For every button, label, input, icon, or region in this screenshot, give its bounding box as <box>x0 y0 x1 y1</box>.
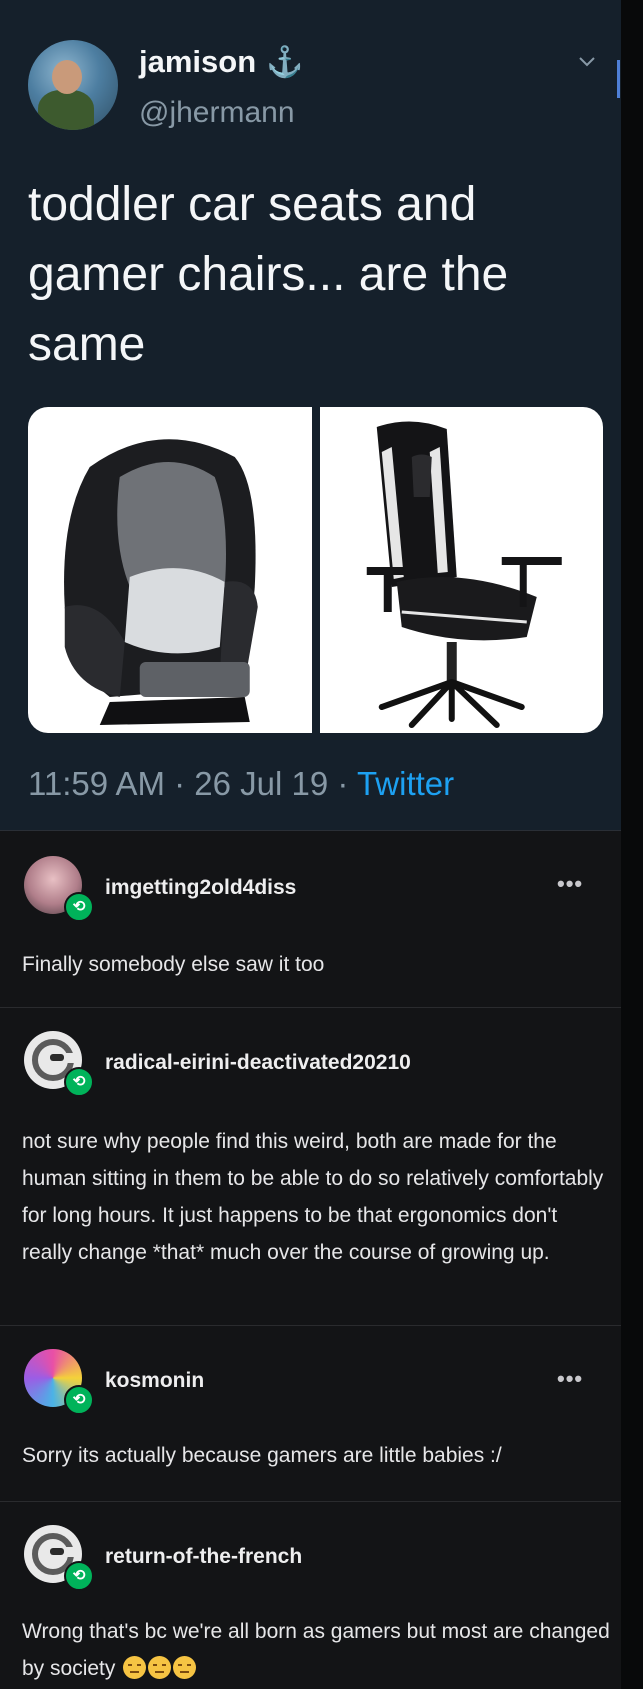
anchor-icon: ⚓ <box>266 45 304 79</box>
reblog-icon: ⟲ <box>64 1561 94 1591</box>
tweet-author-name-row[interactable]: jamison ⚓ <box>139 44 304 80</box>
reblog-item: ⟲ imgetting2old4diss ••• Finally somebod… <box>0 831 621 1008</box>
gamer-chair-image[interactable] <box>319 407 603 733</box>
reblog-icon: ⟲ <box>64 1067 94 1097</box>
pensive-face-icon <box>148 1656 172 1679</box>
more-options-icon[interactable]: ••• <box>557 1366 583 1392</box>
gamer-chair-illustration <box>366 421 562 728</box>
screen-edge <box>621 0 643 1689</box>
reblog-text-content: Wrong that's bc we're all born as gamers… <box>22 1620 610 1680</box>
reblog-text: not sure why people find this weird, bot… <box>22 1130 604 1264</box>
reblog-item: ⟲ kosmonin ••• Sorry its actually becaus… <box>0 1326 621 1502</box>
tweet-timestamp[interactable]: 11:59 AM · 26 Jul 19 · Twitter <box>28 765 454 803</box>
reblog-username[interactable]: kosmonin <box>105 1369 204 1393</box>
car-seat-illustration <box>64 439 258 725</box>
tweet-source-link[interactable]: Twitter <box>357 765 454 802</box>
reblog-icon: ⟲ <box>64 1385 94 1415</box>
reblog-username[interactable]: radical-eirini-deactivated20210 <box>105 1051 411 1075</box>
tweet-text: toddler car seats and gamer chairs... ar… <box>28 178 509 371</box>
pensive-face-icon <box>173 1656 197 1679</box>
reblog-username[interactable]: imgetting2old4diss <box>105 876 296 900</box>
reblog-text: Sorry its actually because gamers are li… <box>22 1444 502 1467</box>
reblog-text: Wrong that's bc we're all born as gamers… <box>22 1613 612 1687</box>
car-seat-image[interactable] <box>28 407 312 733</box>
tweet-handle[interactable]: @jhermann <box>139 96 295 130</box>
tweet-display-name[interactable]: jamison <box>139 44 256 80</box>
avatar-figure-head <box>52 60 82 94</box>
reblog-icon: ⟲ <box>64 892 94 922</box>
tweet-card[interactable]: jamison ⚓ @jhermann toddler car seats an… <box>0 0 621 831</box>
avatar-figure-body <box>38 90 94 130</box>
screenshot-frame: jamison ⚓ @jhermann toddler car seats an… <box>0 0 621 1689</box>
reblog-username[interactable]: return-of-the-french <box>105 1545 302 1569</box>
tweet-time-date: 11:59 AM · 26 Jul 19 · <box>28 765 357 802</box>
pensive-face-icon <box>123 1656 147 1679</box>
more-options-icon[interactable]: ••• <box>557 871 583 897</box>
reblog-item: ⟲ radical-eirini-deactivated20210 not su… <box>0 1008 621 1326</box>
chevron-down-icon[interactable] <box>578 52 596 73</box>
reblog-item: ⟲ return-of-the-french Wrong that's bc w… <box>0 1502 621 1689</box>
scroll-indicator <box>617 60 620 98</box>
tweet-media-grid[interactable] <box>28 407 603 733</box>
tweet-author-avatar[interactable] <box>28 40 118 130</box>
reblog-text: Finally somebody else saw it too <box>22 953 325 976</box>
